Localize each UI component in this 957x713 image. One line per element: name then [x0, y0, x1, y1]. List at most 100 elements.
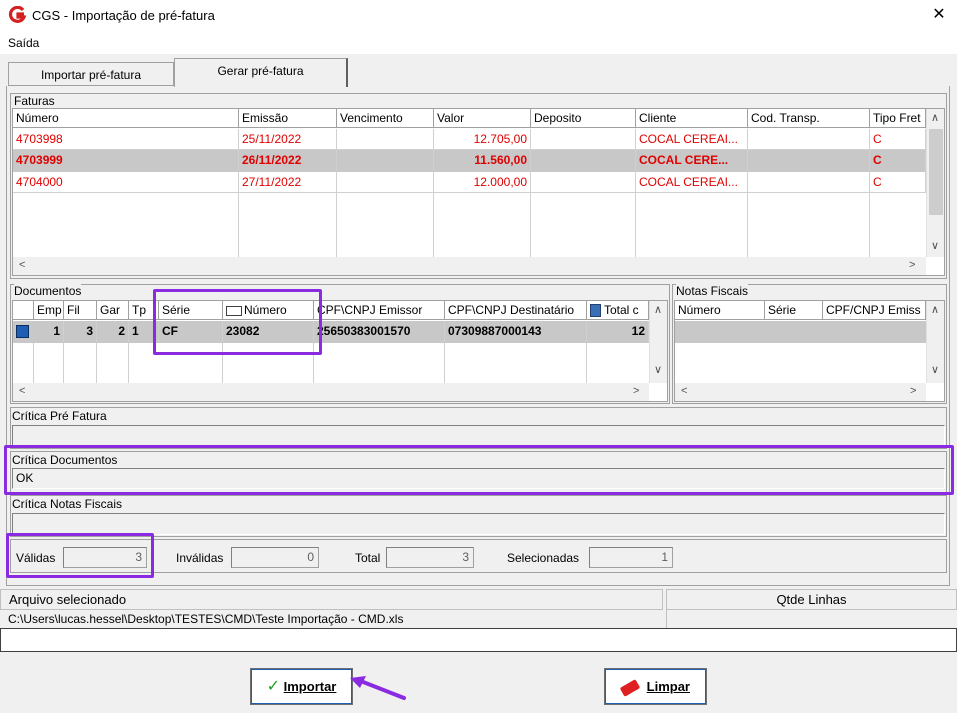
arquivo-header-label: Arquivo selecionado — [9, 592, 127, 607]
scroll-right-icon[interactable]: > — [910, 385, 916, 397]
fatura-cod-transp — [748, 129, 870, 150]
doc-col-check — [13, 301, 34, 320]
total-field: 3 — [386, 547, 474, 568]
faturas-col-numero[interactable]: Número — [13, 109, 239, 128]
fatura-cod-transp — [748, 172, 870, 193]
nota-col-numero[interactable]: Número — [675, 301, 765, 320]
table-row-selected[interactable] — [675, 321, 926, 343]
scroll-down-icon[interactable]: ∨ — [654, 363, 662, 376]
fatura-tipo-frete: C — [870, 129, 926, 150]
app-logo-icon — [8, 6, 26, 23]
faturas-col-vencimento[interactable]: Vencimento — [337, 109, 434, 128]
close-icon[interactable]: ✕ — [928, 4, 950, 26]
qtde-linhas-cell — [666, 610, 957, 628]
critica-pre-fatura-field[interactable] — [12, 425, 945, 447]
notas-label: Notas Fiscais — [676, 284, 749, 298]
nota-col-serie[interactable]: Série — [765, 301, 823, 320]
table-row[interactable]: 4703998 25/11/2022 12.705,00 COCAL CEREA… — [13, 129, 926, 150]
fatura-cod-transp — [748, 150, 870, 171]
fatura-numero: 4703998 — [13, 129, 239, 150]
tab-gerar-pre-fatura[interactable]: Gerar pré-fatura — [174, 58, 348, 87]
faturas-col-deposito[interactable]: Deposito — [531, 109, 636, 128]
limpar-label: Limpar — [646, 679, 690, 694]
limpar-button[interactable]: Limpar — [604, 668, 707, 705]
doc-fil: 3 — [64, 321, 97, 342]
faturas-label: Faturas — [14, 94, 55, 108]
selecionadas-field: 1 — [589, 547, 673, 568]
table-row[interactable]: 4704000 27/11/2022 12.000,00 COCAL CEREA… — [13, 172, 926, 193]
fatura-vencimento — [337, 172, 434, 193]
notas-hscroll[interactable]: < > — [675, 383, 926, 401]
fatura-tipo-frete: C — [870, 150, 926, 171]
doc-cpf-destinatario: 07309887000143 — [445, 321, 587, 342]
invalidas-label: Inválidas — [176, 551, 224, 565]
notas-grid: Número Série CPF/CNPJ Emiss ∧ ∨ < > — [674, 300, 945, 402]
table-row-selected[interactable]: 1 3 2 1 CF 23082 25650383001570 07309887… — [13, 321, 649, 343]
faturas-col-tipo-frete[interactable]: Tipo Fret — [870, 109, 926, 128]
scroll-left-icon[interactable]: < — [681, 385, 687, 397]
scroll-up-icon[interactable]: ∧ — [931, 111, 939, 124]
faturas-col-emissao[interactable]: Emissão — [239, 109, 337, 128]
doc-col-fil[interactable]: Fil — [64, 301, 97, 320]
tab-importar-pre-fatura[interactable]: Importar pré-fatura — [8, 62, 174, 86]
faturas-col-cliente[interactable]: Cliente — [636, 109, 748, 128]
scroll-down-icon[interactable]: ∨ — [931, 239, 939, 252]
nota-col-cpf-emissor[interactable]: CPF/CNPJ Emiss — [823, 301, 926, 320]
documentos-hscroll[interactable]: < > — [13, 383, 649, 401]
grid-filler — [13, 193, 926, 257]
importar-button[interactable]: ✓ Importar — [250, 668, 353, 705]
documentos-grid: Emp Fil Gar Tp Série Número CPF\CNPJ Emi… — [12, 300, 668, 402]
highlight-serie-numero — [153, 289, 322, 355]
importar-label: Importar — [283, 679, 337, 694]
scroll-right-icon[interactable]: > — [909, 259, 915, 271]
doc-gar: 2 — [97, 321, 129, 342]
critica-notas-field[interactable] — [12, 513, 945, 535]
doc-col-emp[interactable]: Emp — [34, 301, 64, 320]
arquivo-path: C:\Users\lucas.hessel\Desktop\TESTES\CMD… — [8, 612, 404, 626]
scroll-left-icon[interactable]: < — [19, 385, 25, 397]
faturas-col-cod-transp[interactable]: Cod. Transp. — [748, 109, 870, 128]
critica-notas-label: Crítica Notas Fiscais — [12, 497, 123, 511]
faturas-hscroll[interactable]: < > — [13, 257, 926, 275]
doc-emp: 1 — [34, 321, 64, 342]
faturas-grid: Número Emissão Vencimento Valor Deposito… — [12, 108, 945, 276]
doc-col-total-label: Total c — [604, 303, 639, 317]
check-icon: ✓ — [266, 678, 281, 695]
doc-col-cpf-emissor[interactable]: CPF\CNPJ Emissor — [314, 301, 445, 320]
fatura-cliente: COCAL CEREAI... — [636, 172, 748, 193]
input-line[interactable] — [0, 628, 957, 652]
scroll-up-icon[interactable]: ∧ — [931, 303, 939, 316]
doc-cpf-emissor: 25650383001570 — [314, 321, 445, 342]
menu-item-saida[interactable]: Saída — [8, 36, 39, 50]
selecionadas-label: Selecionadas — [507, 551, 580, 565]
arquivo-row[interactable]: C:\Users\lucas.hessel\Desktop\TESTES\CMD… — [0, 610, 663, 628]
qtde-linhas-label: Qtde Linhas — [776, 592, 847, 607]
grid-filler — [13, 343, 649, 383]
highlight-critica-documentos — [4, 445, 954, 495]
scroll-right-icon[interactable]: > — [633, 385, 639, 397]
scroll-up-icon[interactable]: ∧ — [654, 303, 662, 316]
documentos-vscroll[interactable]: ∧ ∨ — [649, 301, 667, 383]
doc-col-gar[interactable]: Gar — [97, 301, 129, 320]
notas-vscroll[interactable]: ∧ ∨ — [926, 301, 944, 383]
annotation-arrow-icon — [350, 676, 406, 700]
doc-col-cpf-destinatario[interactable]: CPF\CNPJ Destinatário — [445, 301, 587, 320]
fatura-emissao: 27/11/2022 — [239, 172, 337, 193]
doc-col-total[interactable]: Total c — [587, 301, 649, 320]
scroll-down-icon[interactable]: ∨ — [931, 363, 939, 376]
fatura-deposito — [531, 129, 636, 150]
highlight-validas — [6, 533, 154, 578]
fatura-emissao: 25/11/2022 — [239, 129, 337, 150]
eraser-icon — [619, 678, 641, 697]
checkbox-icon[interactable] — [16, 325, 29, 338]
scroll-left-icon[interactable]: < — [19, 259, 25, 271]
fatura-vencimento — [337, 129, 434, 150]
scroll-thumb[interactable] — [929, 129, 943, 215]
arquivo-header: Arquivo selecionado — [0, 589, 663, 610]
table-row-selected[interactable]: 4703999 26/11/2022 11.560,00 COCAL CERE.… — [13, 150, 926, 172]
fatura-valor: 12.705,00 — [434, 129, 531, 150]
window-title: CGS - Importação de pré-fatura — [32, 8, 215, 23]
faturas-col-valor[interactable]: Valor — [434, 109, 531, 128]
fatura-tipo-frete: C — [870, 172, 926, 193]
faturas-vscroll[interactable]: ∧ ∨ — [926, 109, 944, 257]
